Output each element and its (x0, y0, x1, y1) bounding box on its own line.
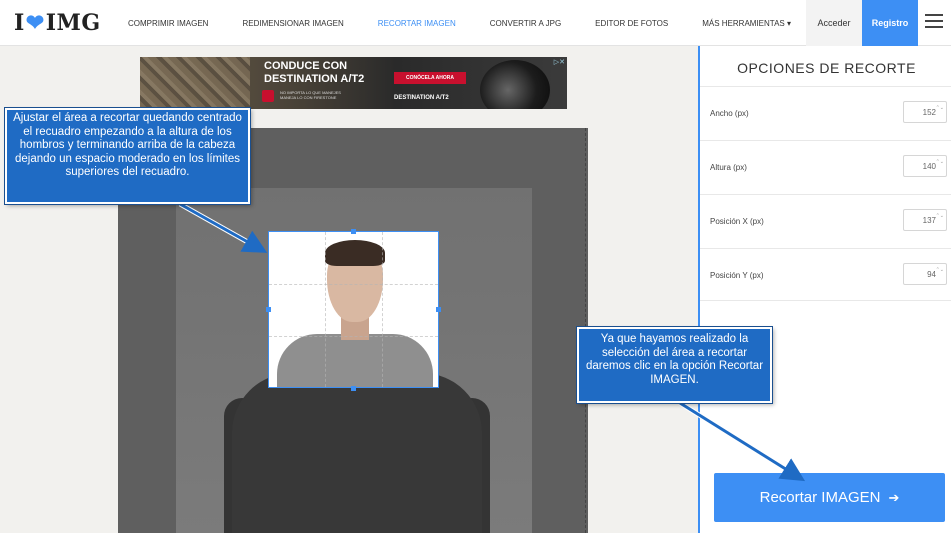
crop-image-button[interactable]: Recortar IMAGEN ➔ (714, 473, 945, 522)
crop-grid-line (325, 232, 326, 387)
heart-icon: ❤ (25, 10, 45, 36)
ad-headline-1: CONDUCE CON (264, 60, 348, 72)
firestone-logo (262, 90, 274, 102)
height-input[interactable]: 140 ⌃⌄ (903, 155, 947, 177)
position-y-label: Posición Y (px) (710, 271, 764, 280)
crop-handle-top[interactable] (351, 229, 356, 234)
panel-divider (700, 300, 951, 301)
crop-handle-bottom[interactable] (351, 386, 356, 391)
nav-more-tools[interactable]: MÁS HERRAMIENTAS ▾ (702, 19, 791, 28)
instruction-callout-right: Ya que hayamos realizado la selección de… (576, 326, 773, 404)
ad-headline-2: DESTINATION A/T2 (264, 73, 365, 85)
nav-photo-editor[interactable]: EDITOR DE FOTOS (595, 19, 668, 28)
position-x-field: Posición X (px) 137 ⌃⌄ (700, 194, 951, 248)
position-y-input[interactable]: 94 ⌃⌄ (903, 263, 947, 285)
height-value: 140 (922, 161, 936, 171)
crop-selection-box[interactable] (268, 231, 439, 388)
nav-convert-jpg[interactable]: CONVERTIR A JPG (490, 19, 561, 28)
login-button[interactable]: Acceder (806, 0, 862, 46)
width-input[interactable]: 152 ⌃⌄ (903, 101, 947, 123)
crop-handle-right[interactable] (436, 307, 441, 312)
main-nav: COMPRIMIR IMAGEN REDIMENSIONAR IMAGEN RE… (128, 0, 825, 46)
ad-banner[interactable]: CONDUCE CON DESTINATION A/T2 NO IMPORTA … (140, 57, 567, 109)
nav-crop[interactable]: RECORTAR IMAGEN (378, 19, 456, 28)
ad-fine-print: NO IMPORTA LO QUE MANEJES MANEJA LO CON … (280, 90, 341, 100)
height-label: Altura (px) (710, 163, 747, 172)
position-x-value: 137 (922, 215, 936, 225)
top-navbar: I ❤ IMG COMPRIMIR IMAGEN REDIMENSIONAR I… (0, 0, 951, 46)
arrow-circle-right-icon: ➔ (888, 489, 900, 505)
register-button[interactable]: Registro (862, 0, 918, 46)
panel-title: OPCIONES DE RECORTE (737, 60, 916, 76)
width-field: Ancho (px) 152 ⌃⌄ (700, 86, 951, 140)
logo-letter-i: I (14, 10, 25, 36)
crop-hair (325, 240, 385, 266)
nav-resize[interactable]: REDIMENSIONAR IMAGEN (242, 19, 343, 28)
crop-options-panel: OPCIONES DE RECORTE Ancho (px) 152 ⌃⌄ Alt… (698, 46, 951, 533)
crop-grid-line (269, 336, 438, 337)
height-field: Altura (px) 140 ⌃⌄ (700, 140, 951, 194)
position-y-field: Posición Y (px) 94 ⌃⌄ (700, 248, 951, 302)
crop-button-label: Recortar IMAGEN (759, 489, 881, 506)
ad-close-icon[interactable]: ▷✕ (554, 58, 565, 66)
tire-image (480, 60, 550, 109)
ad-cta-button[interactable]: CONÓCELA AHORA (394, 72, 466, 84)
spinner-icon[interactable]: ⌃⌄ (936, 267, 944, 274)
crop-shirt (277, 334, 433, 387)
spinner-icon[interactable]: ⌃⌄ (936, 213, 944, 220)
crop-grid-line (382, 232, 383, 387)
spinner-icon[interactable]: ⌃⌄ (936, 105, 944, 112)
width-label: Ancho (px) (710, 109, 749, 118)
position-x-label: Posición X (px) (710, 217, 764, 226)
nav-compress[interactable]: COMPRIMIR IMAGEN (128, 19, 208, 28)
width-value: 152 (922, 107, 936, 117)
ad-background-image (140, 57, 250, 109)
logo[interactable]: I ❤ IMG (14, 10, 101, 36)
crop-grid-line (269, 284, 438, 285)
ad-product-name: DESTINATION A/T2 (394, 95, 449, 101)
hamburger-icon[interactable] (925, 14, 943, 30)
position-x-input[interactable]: 137 ⌃⌄ (903, 209, 947, 231)
spinner-icon[interactable]: ⌃⌄ (936, 159, 944, 166)
crop-handle-left[interactable] (266, 307, 271, 312)
logo-text-img: IMG (45, 10, 101, 36)
instruction-callout-left: Ajustar el área a recortar quedando cent… (4, 107, 251, 205)
